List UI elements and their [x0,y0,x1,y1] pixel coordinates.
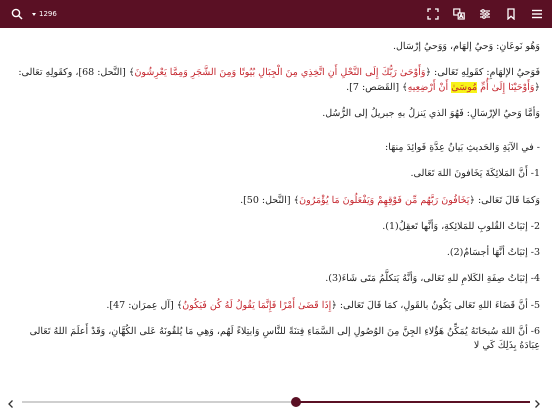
benefit-1: 1- أَنَّ المَلائِكَةَ يَخَافونَ اللهَ تَ… [410,168,540,180]
paragraph-4: - في الآيَةِ وَالحَديثِ بَيانُ عِدَّةِ ف… [385,142,540,153]
quran-verse[interactable]: يَخَافُونَ رَبَّهُم مِّن فَوْقِهِمْ وَيَ… [299,195,469,206]
quran-verse[interactable]: وَأَوْحَيْنَا إِلَىٰ أُمِّ [480,82,534,93]
benefit-3: 3- إثبَاتُ أنَّهَا أجسَامٌ(2). [446,247,540,258]
quran-verse[interactable]: وَأَوْحَىٰ رَبُّكَ إِلَى النَّحْلِ أَنِ … [134,67,425,78]
benefit-4: 4- إثبَاتُ صِفَةِ الكَلامِ للهِ تَعَالى،… [325,273,540,285]
benefit-6: 6- أنَّ اللهَ سُبحَانَهُ يُمَكِّنُ هَؤُل… [29,325,540,351]
benefit-2: 2- إثبَاتُ القُلوبِ للمَلائِكةِ، وَأنَّه… [382,220,540,232]
page-navigation-bar [0,390,552,414]
page-number: 1296 [39,10,57,18]
page-slider[interactable] [22,397,530,407]
translate-icon[interactable] [452,7,466,21]
expand-icon[interactable] [426,7,440,21]
paragraph-3: وَأمَّا وَحيُ الإرْسَالِ: فَهُوَ الذي يَ… [322,107,540,119]
settings-sliders-icon[interactable] [478,7,492,21]
quran-verse[interactable]: أَنْ أَرْضِعِيهِ [408,82,448,93]
toolbar-right-group [426,0,544,28]
paragraph-6: وَكمَا قَالَ تَعَالى: ﴿يَخَافُونَ رَبَّه… [240,194,540,206]
top-toolbar: 1296 [0,0,552,28]
toolbar-left-group: 1296 [10,0,57,28]
highlighted-word[interactable]: مُوسَىٰ [451,81,478,93]
page-slider-thumb[interactable] [291,397,301,407]
paragraph-2: فَوَحيُ الإلهَامِ: كقَولِهِ تَعَالى: ﴿وَ… [18,67,540,93]
book-page-content: وَهُو نَوعَانِ: وَحيُ إلهَام، وَوَحيُ إر… [18,40,540,382]
benefit-5: 5- أنَّ قَضَاءَ اللهِ تَعَالى يَكُونُ با… [106,299,540,311]
chevron-left-icon[interactable] [6,394,20,408]
bookmark-icon[interactable] [504,7,518,21]
menu-icon[interactable] [530,7,544,21]
page-number-select[interactable]: 1296 [32,10,57,18]
quran-verse[interactable]: إِذَا قَضَىٰ أَمْرًا فَإِنَّمَا يَقُولُ … [182,300,331,311]
page-slider-fill [296,401,530,403]
chevron-right-icon[interactable] [532,394,546,408]
dropdown-caret-icon [32,12,36,16]
search-icon[interactable] [10,7,24,21]
paragraph-1: وَهُو نَوعَانِ: وَحيُ إلهَام، وَوَحيُ إر… [393,41,540,52]
